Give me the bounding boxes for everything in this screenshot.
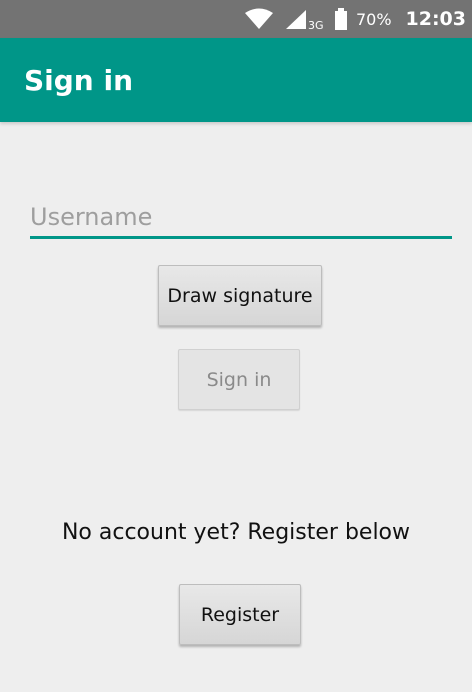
battery-percent: 70%	[355, 9, 392, 29]
status-icons: 3G 70% 12:03	[244, 0, 466, 38]
wifi-icon	[244, 8, 274, 30]
network-type-label: 3G	[308, 19, 324, 30]
signal-icon: 3G	[284, 8, 324, 32]
clock: 12:03	[405, 8, 466, 30]
status-bar: 3G 70% 12:03	[0, 0, 472, 38]
app-bar: Sign in	[0, 38, 472, 122]
no-account-text: No account yet? Register below	[61, 520, 411, 545]
sign-in-button[interactable]: Sign in	[178, 349, 300, 410]
battery-icon	[334, 8, 348, 30]
username-underline	[30, 236, 452, 239]
username-input[interactable]	[30, 196, 452, 238]
page-title: Sign in	[24, 64, 134, 97]
username-field[interactable]	[30, 196, 452, 242]
draw-signature-button[interactable]: Draw signature	[158, 265, 322, 326]
register-button[interactable]: Register	[179, 584, 301, 645]
